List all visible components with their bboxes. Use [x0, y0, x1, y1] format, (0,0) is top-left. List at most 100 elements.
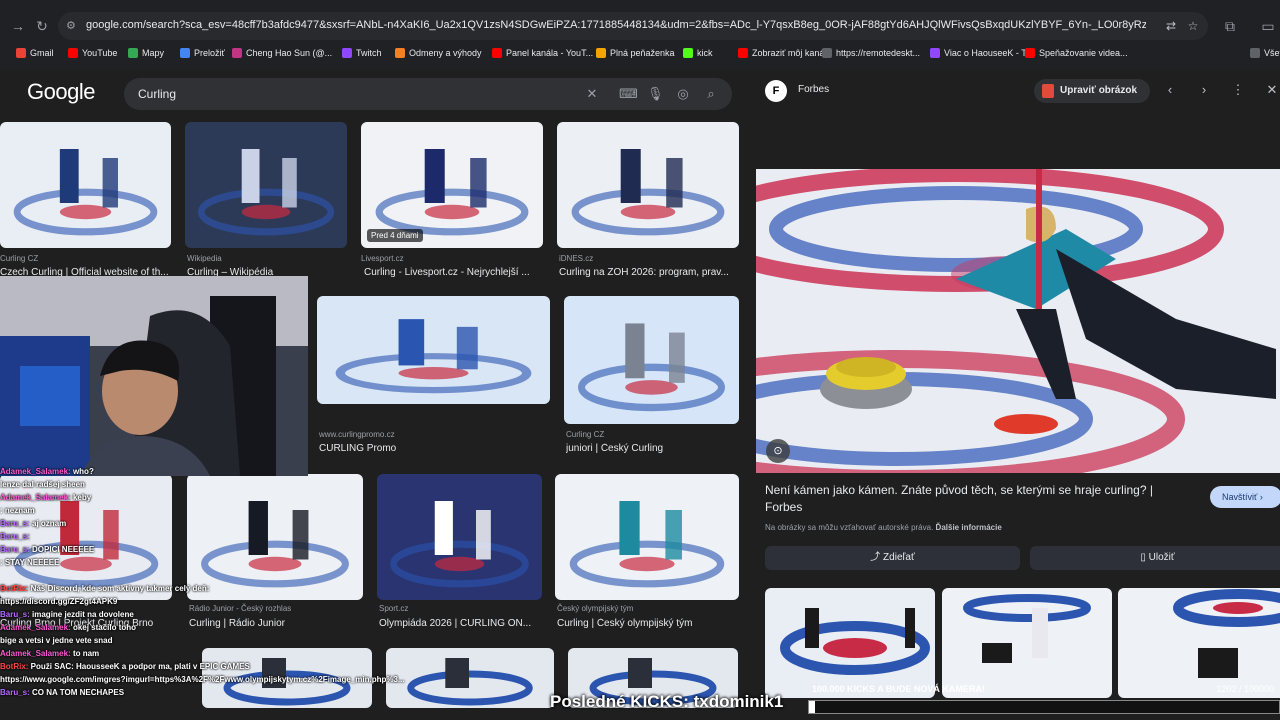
google-logo[interactable]: Google — [27, 79, 95, 105]
result-caption[interactable]: Curling na ZOH 2026: program, prav... — [559, 267, 745, 278]
bookmark-item[interactable]: Speňažovanie videa... — [1025, 44, 1128, 62]
rights-text: Na obrázky sa môžu vzťahovať autorské pr… — [765, 523, 934, 532]
chat-text: Náš Discord, kde som aktívny takmer celý… — [28, 584, 210, 593]
result-source[interactable]: iDNES.cz — [559, 254, 593, 263]
result-source[interactable]: Curling CZ — [0, 254, 38, 263]
site-info-icon[interactable]: ⚙ — [66, 19, 80, 33]
image-preview-panel: F Forbes Upraviť obrázok ‹ › ⋮ ✕ ⊙ Není … — [756, 70, 1280, 720]
reload-icon[interactable]: ↻ — [32, 16, 52, 36]
image-result[interactable] — [564, 296, 739, 424]
bookmark-item[interactable]: YouTube — [68, 44, 117, 62]
preview-title[interactable]: Není kámen jako kámen. Znáte původ těch,… — [765, 482, 1185, 516]
share-button[interactable]: ⤴ Zdieľať — [765, 546, 1020, 570]
bookmark-favicon-icon — [683, 48, 693, 58]
result-source[interactable]: Český olympijský tým — [557, 604, 633, 613]
bookmark-item[interactable]: Plná peňaženka — [596, 44, 675, 62]
microphone-icon[interactable]: 🎙 — [647, 86, 664, 102]
result-source[interactable]: Wikipedia — [187, 254, 222, 263]
sidepanel-icon[interactable]: ▭ — [1258, 16, 1278, 36]
image-result[interactable] — [555, 474, 739, 600]
bookmark-label: Viac o HaouseeK - T... — [944, 48, 1034, 58]
clear-icon[interactable]: ✕ — [584, 86, 600, 102]
publisher-name[interactable]: Forbes — [798, 84, 829, 95]
result-source[interactable]: www.curlingpromo.cz — [319, 430, 395, 439]
bookmark-item[interactable]: Cheng Hao Sun (@... — [232, 44, 332, 62]
extensions-icon[interactable]: ⧉ — [1220, 16, 1240, 36]
result-caption[interactable]: Curling | Český olympijský tým — [557, 618, 745, 629]
next-arrow-icon[interactable]: › — [1196, 82, 1212, 98]
chat-username: BotRix: — [0, 662, 29, 671]
chat-message: Baru_s: DOPICI NEEEEE — [0, 544, 94, 555]
preview-image[interactable] — [756, 169, 1280, 473]
last-kicks-label: Posledné KICKS: txdominik1 — [550, 692, 784, 711]
chat-text: DOPICI NEEEEE — [29, 545, 95, 554]
result-source[interactable]: Sport.cz — [379, 604, 408, 613]
translate-icon[interactable]: ⇄ — [1163, 18, 1179, 34]
url-text[interactable]: google.com/search?sca_esv=48cff7b3afdc94… — [86, 19, 1146, 31]
search-input[interactable]: Curling — [138, 87, 176, 101]
chat-username: Baru_s: — [0, 610, 30, 619]
related-photo — [765, 588, 935, 698]
result-source[interactable]: Livesport.cz — [361, 254, 404, 263]
result-source[interactable]: Curling CZ — [566, 430, 604, 439]
edit-image-button[interactable]: Upraviť obrázok — [1034, 79, 1150, 103]
bookmark-item[interactable]: Preložiť — [180, 44, 225, 62]
result-thumbnail — [564, 296, 739, 424]
bookmark-item[interactable]: Všet — [1250, 44, 1280, 62]
more-options-icon[interactable]: ⋮ — [1230, 82, 1246, 98]
keyboard-icon[interactable]: ⌨ — [619, 86, 638, 102]
search-box[interactable]: Curling ✕ ⌨ 🎙 ◎ ⌕ — [124, 78, 732, 110]
chat-username: Baru_s: — [0, 519, 30, 528]
forward-icon[interactable]: → — [8, 16, 28, 36]
goal-label: 100.000 KICKS A BUDE NOVÁ KAMERA! — [812, 684, 985, 694]
related-image[interactable] — [1118, 588, 1280, 698]
bookmark-star-icon[interactable]: ☆ — [1185, 18, 1201, 34]
bookmark-item[interactable]: Odmeny a výhody — [395, 44, 482, 62]
result-caption[interactable]: juniori | Český Curling — [566, 443, 745, 454]
bookmark-item[interactable]: kick — [683, 44, 713, 62]
bookmark-label: Plná peňaženka — [610, 48, 675, 58]
address-bar[interactable]: ⚙ google.com/search?sca_esv=48cff7b3afdc… — [58, 12, 1208, 40]
visit-button[interactable]: Navštíviť › — [1210, 486, 1280, 508]
learn-more-link[interactable]: Ďalšie informácie — [936, 523, 1002, 532]
image-result[interactable] — [386, 648, 554, 708]
save-button[interactable]: ▯ Uložiť — [1030, 546, 1280, 570]
related-image[interactable] — [942, 588, 1112, 698]
image-result[interactable] — [185, 122, 347, 248]
bookmark-item[interactable]: Panel kanála - YouT... — [492, 44, 593, 62]
image-result[interactable] — [377, 474, 542, 600]
bookmark-item[interactable]: Twitch — [342, 44, 382, 62]
chat-text: https://discord.gg/ZF2gt4APK9 — [0, 597, 118, 606]
bookmark-item[interactable]: Zobraziť môj kanál — [738, 44, 826, 62]
result-caption[interactable]: CURLING Promo — [319, 443, 556, 454]
image-result[interactable]: Pred 4 dňami — [361, 122, 543, 248]
chat-message: bige a vetsi v jedne vete snad — [0, 635, 113, 646]
chat-text: : STAY NEEEEE — [0, 558, 60, 567]
bookmark-item[interactable]: Gmail — [16, 44, 54, 62]
prev-arrow-icon[interactable]: ‹ — [1162, 82, 1178, 98]
image-result[interactable] — [317, 296, 550, 404]
bookmark-favicon-icon — [232, 48, 242, 58]
close-panel-icon[interactable]: ✕ — [1264, 82, 1280, 98]
chat-message: Baru_s: CO NA TOM NECHAPES — [0, 687, 124, 698]
image-result[interactable] — [557, 122, 739, 248]
bookmark-favicon-icon — [1025, 48, 1035, 58]
chat-text: imagine jezdit na dovolene — [29, 610, 134, 619]
image-result[interactable] — [0, 122, 171, 248]
visual-search-icon[interactable]: ⊙ — [766, 439, 790, 463]
bookmark-label: Speňažovanie videa... — [1039, 48, 1128, 58]
browser-chrome: → ↻ ⚙ google.com/search?sca_esv=48cff7b3… — [0, 0, 1280, 70]
search-icon[interactable]: ⌕ — [703, 86, 719, 102]
related-photo — [942, 588, 1112, 698]
bookmark-favicon-icon — [342, 48, 352, 58]
bookmark-label: Cheng Hao Sun (@... — [246, 48, 333, 58]
chat-message: BotRix: Použi SAC: HaousseeK a podpor ma… — [0, 661, 250, 672]
chat-username: Adamek_Salamek: — [0, 493, 71, 502]
bookmark-item[interactable]: Viac o HaouseeK - T... — [930, 44, 1033, 62]
result-caption[interactable]: Curling - Livesport.cz - Nejrychlejší ..… — [364, 267, 550, 278]
bookmark-item[interactable]: Mapy — [128, 44, 164, 62]
bookmark-item[interactable]: https://remotedeskt... — [822, 44, 920, 62]
related-image[interactable] — [765, 588, 935, 698]
lens-icon[interactable]: ◎ — [675, 86, 691, 102]
result-caption[interactable]: Olympiáda 2026 | CURLING ON... — [379, 618, 548, 629]
